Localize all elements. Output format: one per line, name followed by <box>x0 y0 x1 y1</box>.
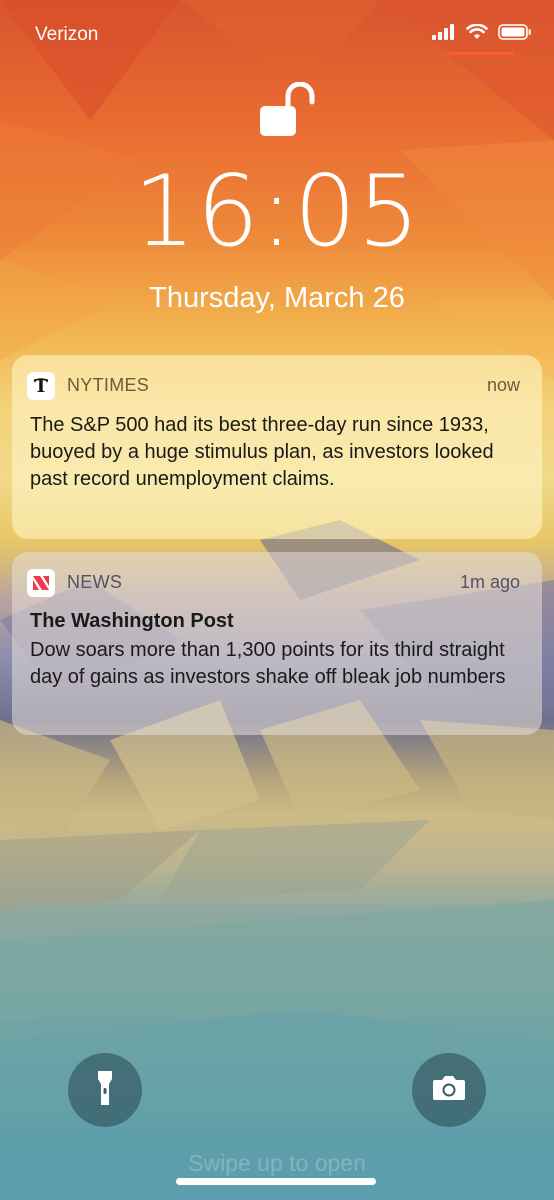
notification-time: 1m ago <box>459 572 520 592</box>
camera-button[interactable] <box>412 1053 486 1127</box>
notification-news[interactable]: NEWS 1m ago The Washington Post Dow soar… <box>12 552 542 735</box>
notification-app-name: NEWS <box>67 572 123 592</box>
home-indicator[interactable] <box>176 1178 376 1185</box>
battery-icon <box>498 24 532 45</box>
wifi-icon <box>466 23 488 45</box>
unlocked-padlock-icon <box>258 81 316 138</box>
swipe-up-hint: Swipe up to open <box>188 1150 366 1176</box>
nytimes-app-icon: T <box>27 372 55 400</box>
flashlight-button[interactable] <box>68 1053 142 1127</box>
notification-nytimes[interactable]: T NYTIMES now The S&P 500 had its best t… <box>12 355 542 539</box>
status-underline <box>446 52 514 55</box>
notification-app-name: NYTIMES <box>67 375 150 395</box>
cellular-signal-icon <box>432 24 456 45</box>
notification-title: The Washington Post <box>30 610 234 632</box>
status-bar: Verizon <box>0 0 554 70</box>
status-icons <box>432 23 532 45</box>
notification-header: NEWS 1m ago <box>27 569 520 597</box>
notification-body: The S&P 500 had its best three-day run s… <box>30 414 494 490</box>
camera-icon <box>432 1075 466 1106</box>
lock-screen-time: 16:05 <box>133 155 421 269</box>
carrier-name: Verizon <box>35 24 99 45</box>
news-app-icon <box>27 569 55 597</box>
notification-body: Dow soars more than 1,300 points for its… <box>30 639 506 688</box>
lock-screen-date: Thursday, March 26 <box>149 282 405 314</box>
flashlight-icon <box>95 1069 115 1112</box>
notification-header: T NYTIMES now <box>27 372 520 400</box>
notification-time: now <box>486 375 520 395</box>
